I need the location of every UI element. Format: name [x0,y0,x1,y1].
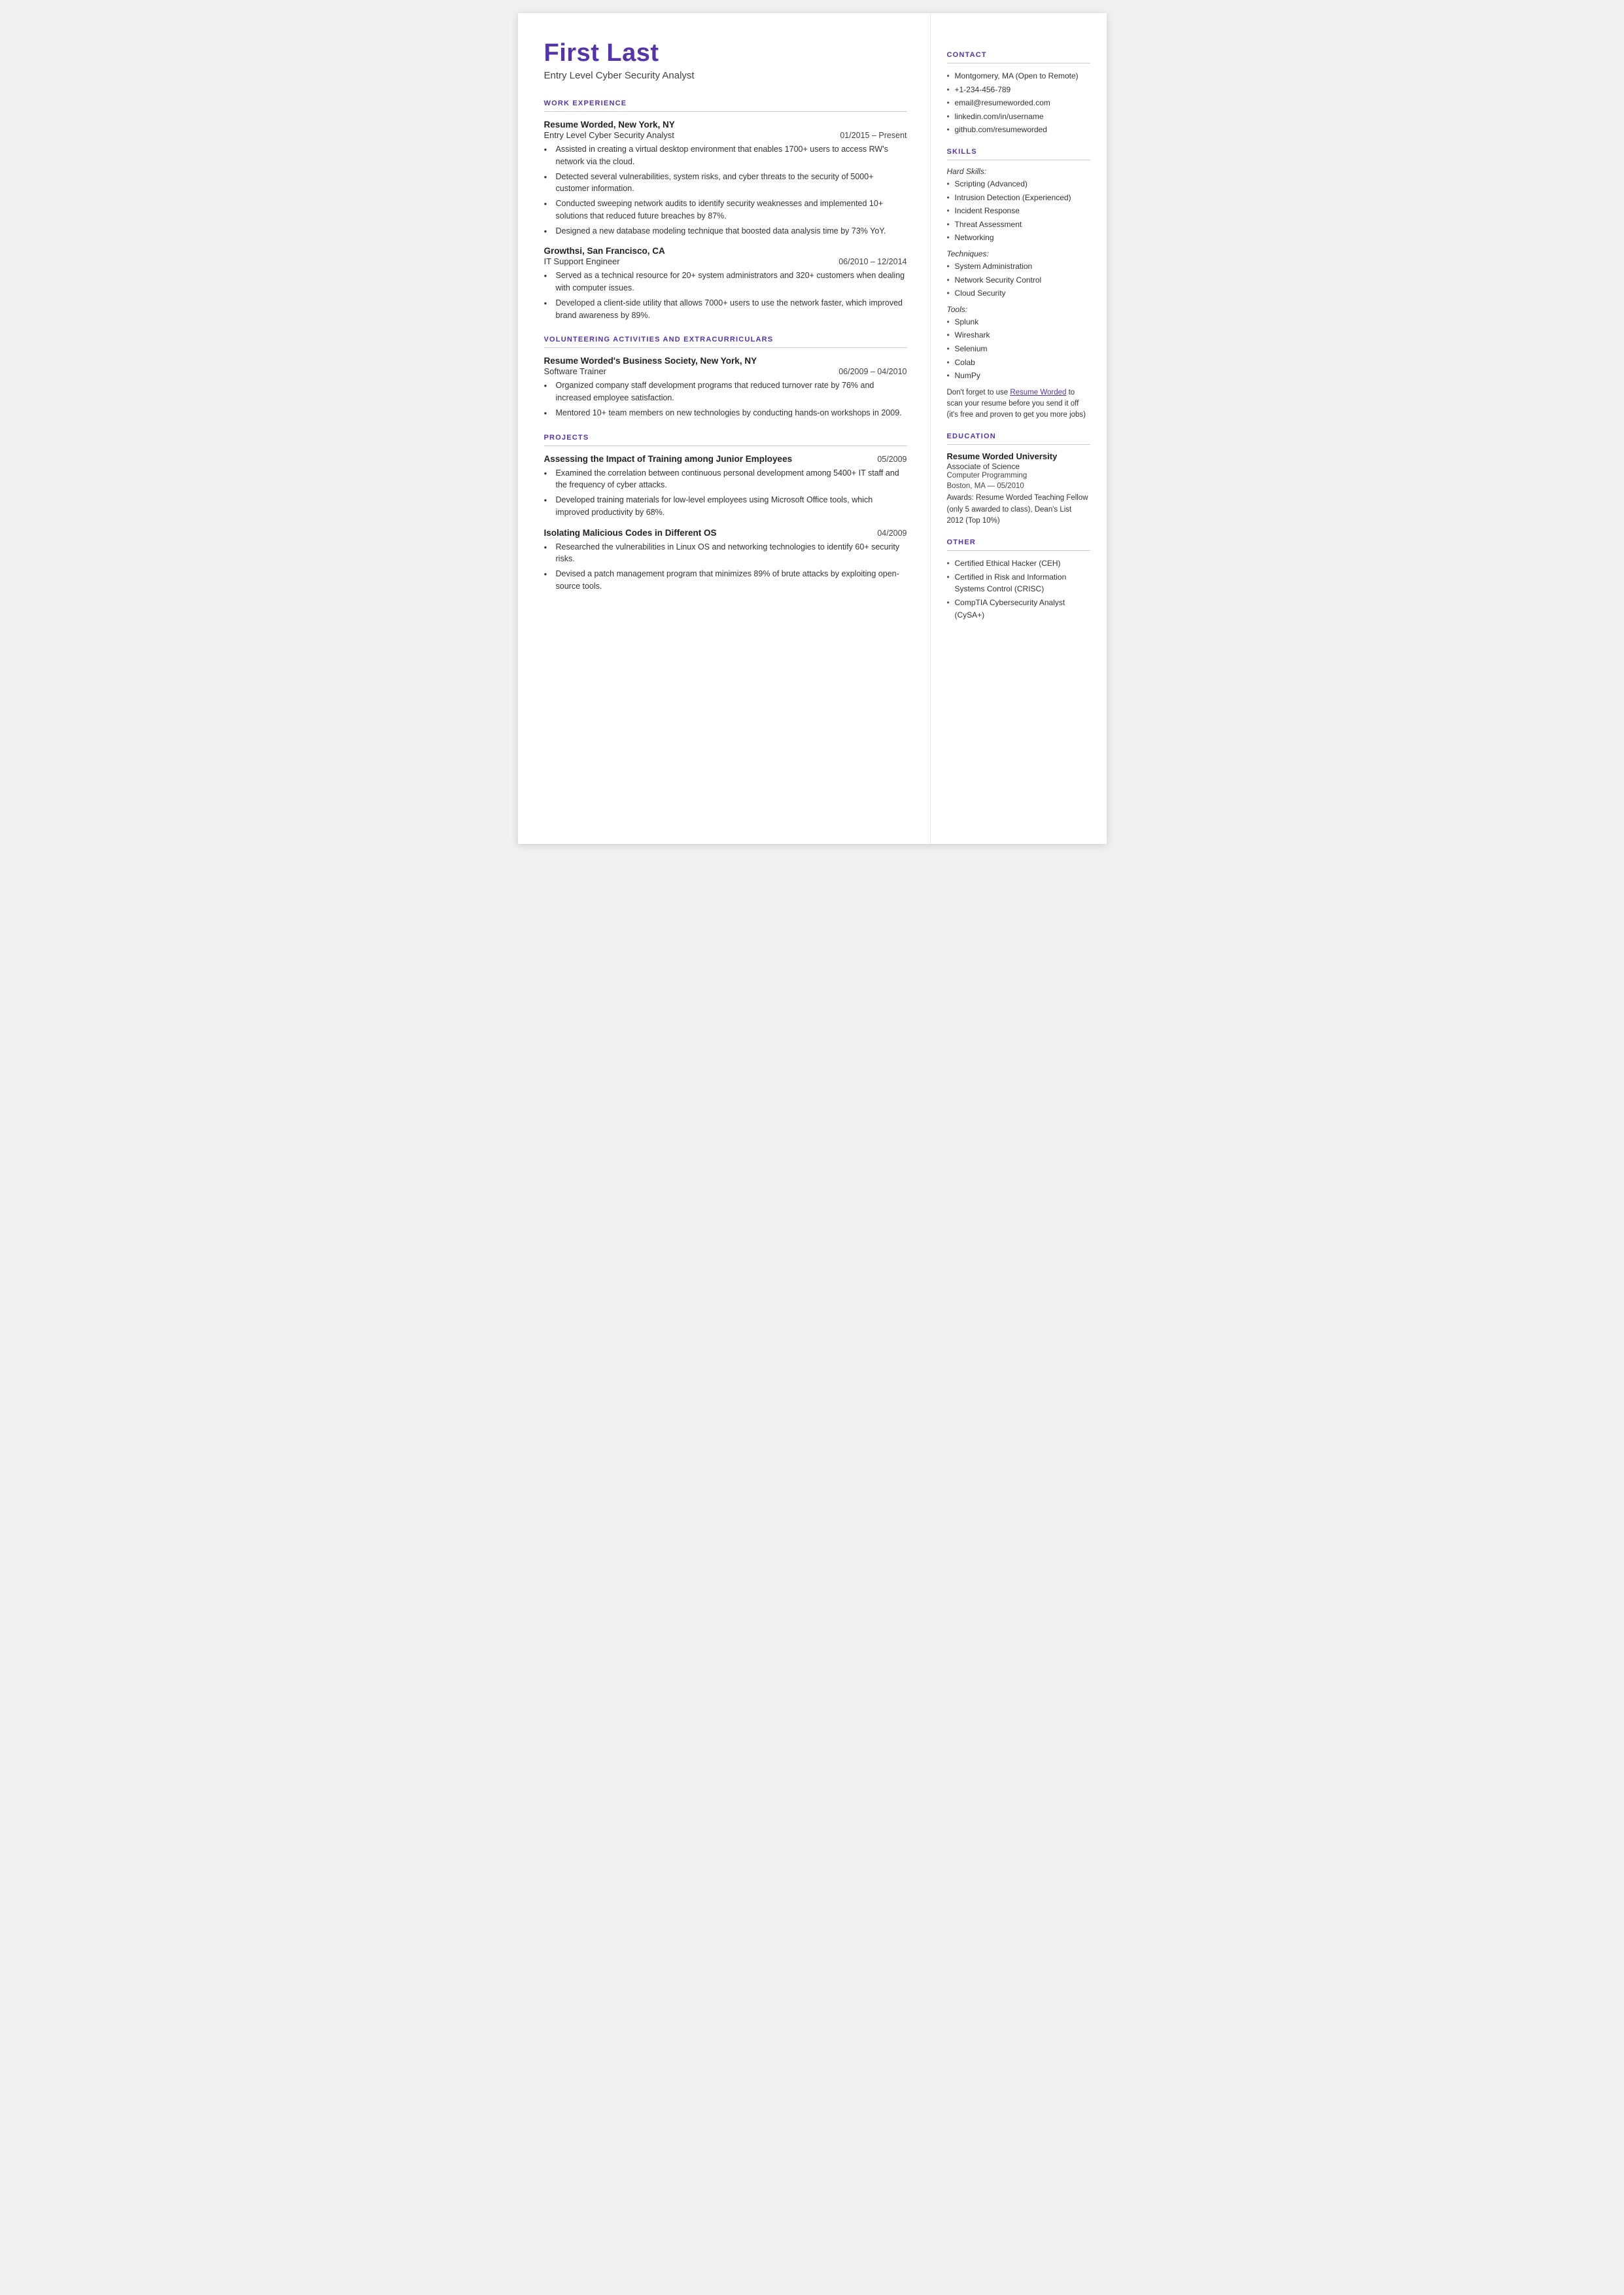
hard-skill-3: Threat Assessment [947,219,1090,231]
other-item-0: Certified Ethical Hacker (CEH) [947,557,1090,570]
company-2: Growthsi, San Francisco, CA [544,246,907,256]
technique-1: Network Security Control [947,274,1090,287]
proj-bullet-2-2: Devised a patch management program that … [544,568,907,593]
other-section-title: OTHER [947,538,1090,546]
proj-title-1: Assessing the Impact of Training among J… [544,454,793,464]
contact-item-0: Montgomery, MA (Open to Remote) [947,70,1090,82]
proj-header-2: Isolating Malicious Codes in Different O… [544,528,907,538]
vol-bullet-1-2: Mentored 10+ team members on new technol… [544,407,907,419]
technique-2: Cloud Security [947,287,1090,300]
technique-0: System Administration [947,260,1090,273]
proj-bullet-1-2: Developed training materials for low-lev… [544,494,907,519]
contact-item-2: email@resumeworded.com [947,97,1090,109]
volunteering-divider [544,347,907,348]
education-section-title: EDUCATION [947,432,1090,440]
edu-location-date: Boston, MA — 05/2010 [947,482,1090,490]
exp-row-1: Entry Level Cyber Security Analyst 01/20… [544,130,907,140]
hard-skills-label: Hard Skills: [947,167,1090,176]
hard-skill-4: Networking [947,232,1090,244]
work-experience-divider [544,111,907,112]
position-2: IT Support Engineer [544,256,620,266]
vol-dates-1: 06/2009 – 04/2010 [838,367,907,376]
tool-0: Splunk [947,316,1090,328]
bullets-2: Served as a technical resource for 20+ s… [544,270,907,321]
volunteering-section-title: VOLUNTEERING ACTIVITIES AND EXTRACURRICU… [544,336,907,343]
bullet-1-4: Designed a new database modeling techniq… [544,225,907,237]
note-before-link: Don't forget to use [947,389,1011,396]
vol-bullet-1-1: Organized company staff development prog… [544,379,907,404]
work-experience-section-title: WORK EXPERIENCE [544,99,907,107]
edu-awards: Awards: Resume Worded Teaching Fellow (o… [947,493,1090,527]
other-item-1: Certified in Risk and Information System… [947,571,1090,595]
bullet-2-1: Served as a technical resource for 20+ s… [544,270,907,294]
proj-date-2: 04/2009 [877,529,907,538]
proj-title-2: Isolating Malicious Codes in Different O… [544,528,717,538]
exp-row-2: IT Support Engineer 06/2010 – 12/2014 [544,256,907,266]
hard-skill-2: Incident Response [947,205,1090,217]
other-divider [947,550,1090,551]
projects-section-title: PROJECTS [544,434,907,442]
bullet-1-2: Detected several vulnerabilities, system… [544,171,907,196]
techniques-list: System Administration Network Security C… [947,260,1090,300]
contact-item-4: github.com/resumeworded [947,124,1090,136]
resume-worded-link[interactable]: Resume Worded [1010,389,1066,396]
bullet-2-2: Developed a client-side utility that all… [544,297,907,322]
edu-school: Resume Worded University [947,451,1090,461]
proj-date-1: 05/2009 [877,455,907,464]
other-list: Certified Ethical Hacker (CEH) Certified… [947,557,1090,621]
contact-list: Montgomery, MA (Open to Remote) +1-234-4… [947,70,1090,136]
education-divider [947,444,1090,445]
vol-position-1: Software Trainer [544,366,606,376]
vol-bullets-1: Organized company staff development prog… [544,379,907,419]
vol-row-1: Software Trainer 06/2009 – 04/2010 [544,366,907,376]
dates-1: 01/2015 – Present [840,131,907,140]
tool-1: Wireshark [947,329,1090,342]
hard-skills-list: Scripting (Advanced) Intrusion Detection… [947,178,1090,244]
contact-item-3: linkedin.com/in/username [947,111,1090,123]
left-column: First Last Entry Level Cyber Security An… [518,13,930,844]
techniques-label: Techniques: [947,249,1090,258]
contact-item-1: +1-234-456-789 [947,84,1090,96]
company-1: Resume Worded, New York, NY [544,120,907,130]
resume-worded-note: Don't forget to use Resume Worded to sca… [947,387,1090,421]
tools-label: Tools: [947,305,1090,314]
position-1: Entry Level Cyber Security Analyst [544,130,674,140]
contact-section-title: CONTACT [947,51,1090,59]
tool-2: Selenium [947,343,1090,355]
bullet-1-3: Conducted sweeping network audits to ide… [544,198,907,222]
bullets-1: Assisted in creating a virtual desktop e… [544,143,907,237]
other-item-2: CompTIA Cybersecurity Analyst (CySA+) [947,597,1090,621]
tool-3: Colab [947,357,1090,369]
candidate-title: Entry Level Cyber Security Analyst [544,70,907,81]
hard-skill-1: Intrusion Detection (Experienced) [947,192,1090,204]
candidate-name: First Last [544,39,907,67]
skills-section-title: SKILLS [947,148,1090,156]
dates-2: 06/2010 – 12/2014 [838,257,907,266]
right-column: CONTACT Montgomery, MA (Open to Remote) … [930,13,1107,844]
tool-4: NumPy [947,370,1090,382]
vol-company-1: Resume Worded's Business Society, New Yo… [544,356,907,366]
bullet-1-1: Assisted in creating a virtual desktop e… [544,143,907,168]
proj-bullet-1-1: Examined the correlation between continu… [544,467,907,492]
proj-bullets-1: Examined the correlation between continu… [544,467,907,519]
resume-page: First Last Entry Level Cyber Security An… [518,13,1107,844]
proj-header-1: Assessing the Impact of Training among J… [544,454,907,464]
proj-bullet-2-1: Researched the vulnerabilities in Linux … [544,541,907,566]
hard-skill-0: Scripting (Advanced) [947,178,1090,190]
edu-degree: Associate of Science [947,462,1090,471]
tools-list: Splunk Wireshark Selenium Colab NumPy [947,316,1090,382]
proj-bullets-2: Researched the vulnerabilities in Linux … [544,541,907,593]
edu-field: Computer Programming [947,472,1090,480]
